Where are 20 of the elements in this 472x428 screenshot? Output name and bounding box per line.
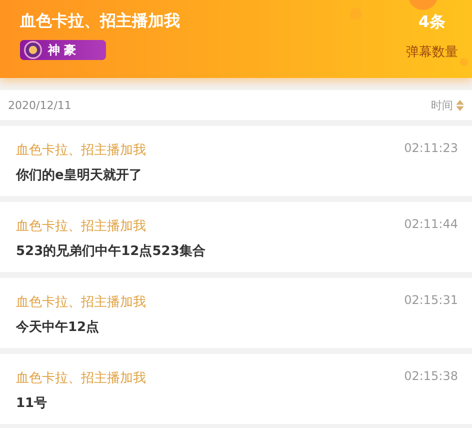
message-text: 523的兄弟们中午12点523集合 xyxy=(16,243,206,260)
user-name: 血色卡拉、招主播加我 xyxy=(20,11,180,32)
count-label: 弹幕数量 xyxy=(406,44,458,61)
message-time: 02:11:44 xyxy=(404,217,458,233)
sender-name: 血色卡拉、招主播加我 xyxy=(16,142,146,159)
sort-icon xyxy=(456,100,464,110)
date-label: 2020/12/11 xyxy=(8,98,72,112)
sender-name: 血色卡拉、招主播加我 xyxy=(16,370,146,387)
message-text: 今天中午12点 xyxy=(16,319,100,336)
message-time: 02:15:38 xyxy=(404,369,458,385)
message-text: 你们的e皇明天就开了 xyxy=(16,167,143,184)
sender-name: 血色卡拉、招主播加我 xyxy=(16,218,146,235)
message-time: 02:11:23 xyxy=(404,141,458,157)
message-count: 4条 xyxy=(418,12,446,33)
message-time: 02:15:31 xyxy=(404,293,458,309)
sender-name: 血色卡拉、招主播加我 xyxy=(16,294,146,311)
rank-label: 神豪 xyxy=(48,42,80,58)
message-text: 11号 xyxy=(16,395,48,412)
emblem-icon xyxy=(24,41,42,59)
sort-button[interactable]: 时间 xyxy=(431,98,464,112)
